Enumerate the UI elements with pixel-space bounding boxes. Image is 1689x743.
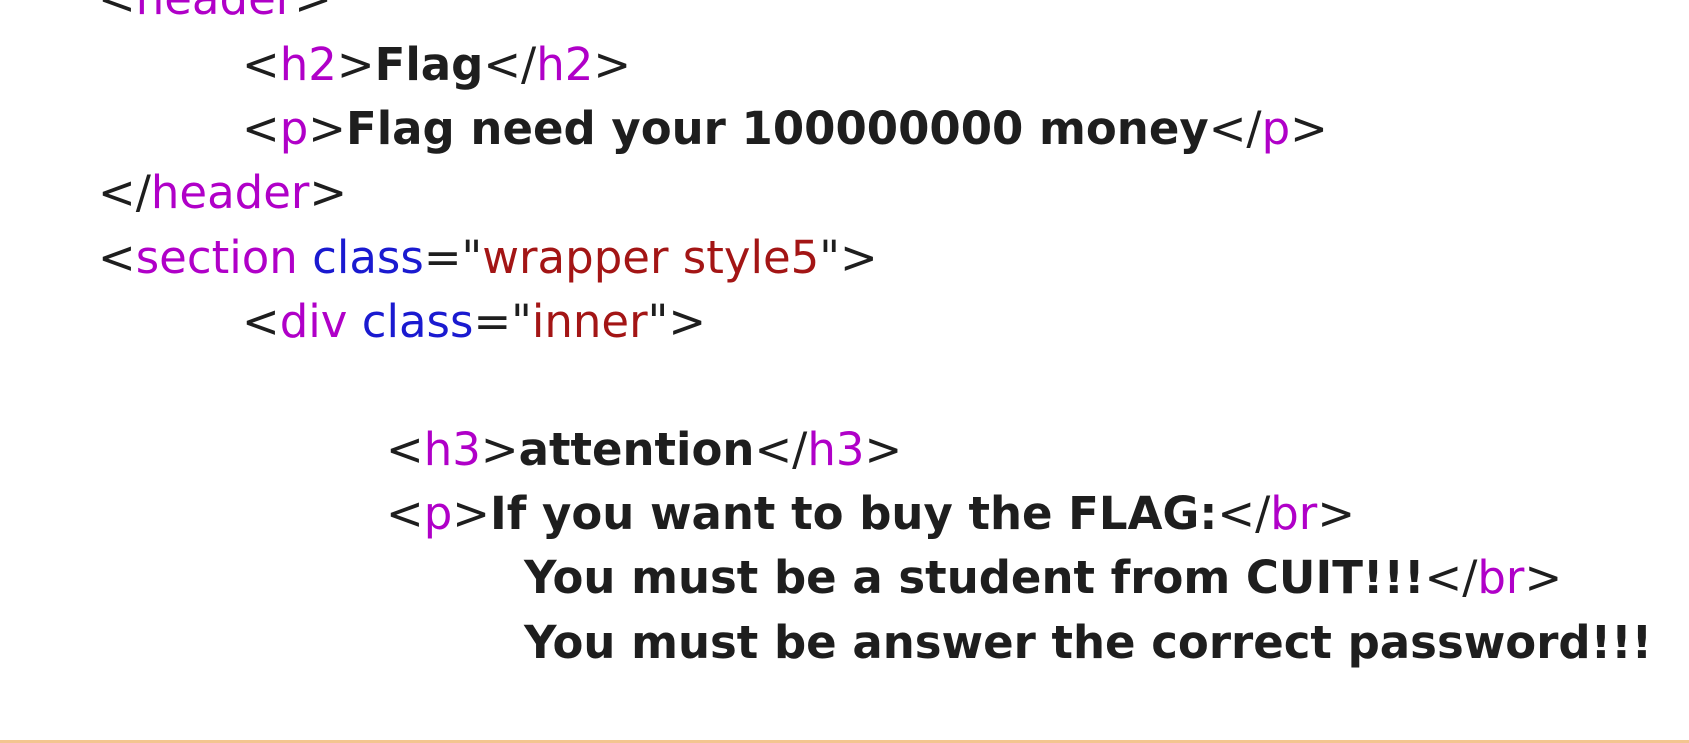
close-bracket: > bbox=[452, 487, 491, 540]
p2-text: If you want to buy the FLAG: bbox=[490, 487, 1218, 540]
end-tag-name: h3 bbox=[807, 423, 865, 476]
attribute-name: class bbox=[312, 231, 424, 284]
tag-name: p bbox=[279, 102, 309, 155]
br-close-bracket: > bbox=[1524, 551, 1563, 604]
equals-sign: = bbox=[473, 295, 512, 348]
code-line-p1: <p>Flag need your 100000000 money</p> bbox=[0, 97, 1328, 161]
open-bracket: < bbox=[98, 0, 136, 25]
code-line-p2-continuation-1: You must be a student from CUIT!!!</br> bbox=[0, 546, 1562, 610]
end-close-bracket: > bbox=[593, 38, 632, 91]
br-tag-name: br bbox=[1270, 487, 1318, 540]
attribute-value: inner bbox=[531, 295, 648, 348]
source-code-view: <header> <h2>Flag</h2> <p>Flag need your… bbox=[0, 0, 1689, 740]
tag-name: h2 bbox=[279, 38, 337, 91]
code-line-h3: <h3>attention</h3> bbox=[0, 418, 902, 482]
tag-name: div bbox=[279, 295, 348, 348]
close-bracket: > bbox=[668, 295, 707, 348]
end-open-bracket: </ bbox=[483, 38, 537, 91]
equals-sign: = bbox=[423, 231, 462, 284]
tag-name: section bbox=[135, 231, 298, 284]
tag-name: header bbox=[150, 166, 310, 219]
close-bracket: > bbox=[336, 38, 375, 91]
open-bracket: < bbox=[386, 487, 424, 540]
p2-line2-text: You must be a student from CUIT!!! bbox=[524, 551, 1425, 604]
end-close-bracket: > bbox=[864, 423, 903, 476]
br-close-bracket: > bbox=[1317, 487, 1356, 540]
open-bracket: < bbox=[242, 38, 280, 91]
end-tag-name: p bbox=[1261, 102, 1291, 155]
close-bracket: > bbox=[840, 231, 878, 284]
open-bracket: < bbox=[242, 102, 280, 155]
close-quote: " bbox=[647, 295, 669, 348]
p1-text: Flag need your 100000000 money bbox=[346, 102, 1209, 155]
code-line-header-open: <header> bbox=[0, 0, 332, 31]
tag-name: header bbox=[136, 0, 295, 25]
close-bracket: > bbox=[309, 166, 348, 219]
end-open-bracket: </ bbox=[754, 423, 808, 476]
br-open-bracket: </ bbox=[1424, 551, 1478, 604]
code-line-div: <div class="inner"> bbox=[0, 290, 706, 354]
open-bracket: < bbox=[242, 295, 280, 348]
code-line-p2-continuation-2: You must be answer the correct password!… bbox=[0, 611, 1652, 675]
open-bracket: < bbox=[386, 423, 424, 476]
open-quote: " bbox=[511, 295, 532, 348]
open-bracket: < bbox=[98, 231, 136, 284]
h3-text: attention bbox=[518, 423, 755, 476]
attribute-name: class bbox=[361, 295, 474, 348]
open-quote: " bbox=[461, 231, 483, 284]
close-bracket: > bbox=[294, 0, 332, 25]
close-bracket: > bbox=[480, 423, 519, 476]
attribute-value: wrapper style5 bbox=[482, 231, 820, 284]
close-bracket: > bbox=[308, 102, 347, 155]
open-bracket: </ bbox=[98, 166, 151, 219]
tag-name: h3 bbox=[423, 423, 481, 476]
code-line-p2: <p>If you want to buy the FLAG:</br> bbox=[0, 482, 1355, 546]
br-tag-name: br bbox=[1477, 551, 1525, 604]
code-line-section: <section class="wrapper style5"> bbox=[0, 226, 878, 290]
h2-text: Flag bbox=[374, 38, 484, 91]
code-line-header-close: </header> bbox=[0, 161, 347, 225]
end-close-bracket: > bbox=[1290, 102, 1328, 155]
p2-line3-text: You must be answer the correct password!… bbox=[524, 616, 1653, 669]
code-line-h2: <h2>Flag</h2> bbox=[0, 33, 631, 97]
br-open-bracket: </ bbox=[1217, 487, 1271, 540]
close-quote: " bbox=[819, 231, 840, 284]
end-tag-name: h2 bbox=[536, 38, 594, 91]
end-open-bracket: </ bbox=[1208, 102, 1262, 155]
tag-name: p bbox=[423, 487, 453, 540]
